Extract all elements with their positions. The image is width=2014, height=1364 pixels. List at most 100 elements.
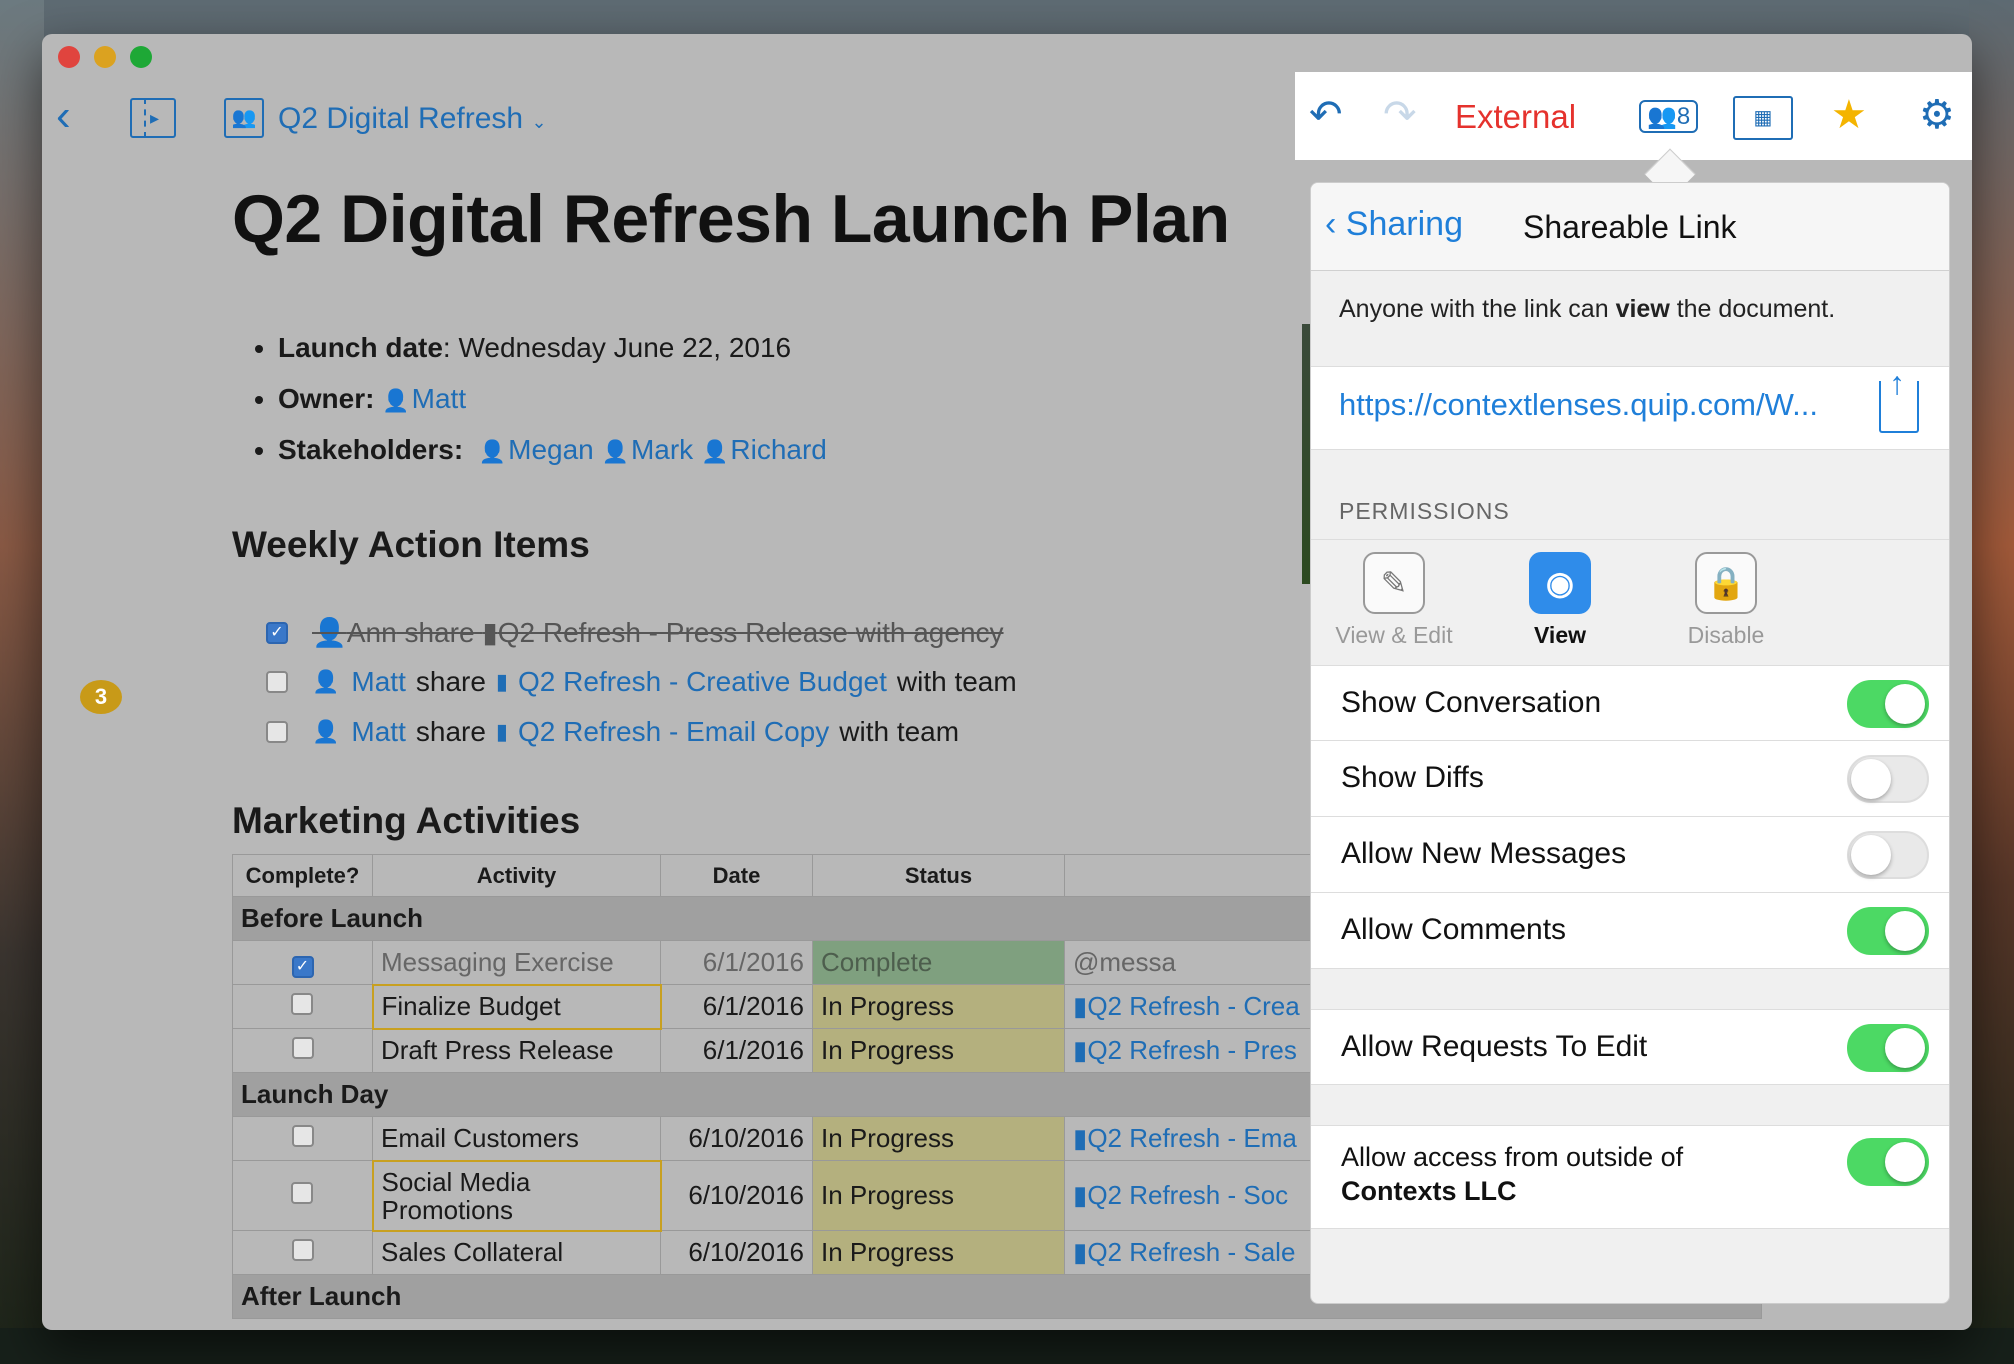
allow-comments-toggle[interactable]	[1847, 907, 1929, 955]
redo-icon[interactable]: ↷	[1383, 92, 1417, 138]
row-checkbox[interactable]: ✓	[291, 956, 314, 978]
gallery-icon[interactable]: ▦	[1733, 96, 1793, 140]
row-checkbox[interactable]	[291, 1182, 314, 1204]
chevron-left-icon: ‹	[1325, 205, 1337, 243]
owner-label: Owner:	[278, 383, 375, 414]
person-icon: 👤	[312, 617, 347, 648]
doc-icon: ▮	[495, 719, 509, 744]
activity-cell[interactable]: Draft Press Release	[372, 1028, 661, 1073]
column-header: Date	[660, 854, 813, 897]
column-header: Complete?	[232, 854, 373, 897]
row-checkbox[interactable]	[291, 1125, 314, 1147]
stakeholder-link[interactable]: Mark	[631, 434, 693, 465]
allow-requests-toggle[interactable]	[1847, 1024, 1929, 1072]
row-checkbox[interactable]	[291, 1239, 314, 1261]
complete-cell[interactable]	[232, 1116, 373, 1161]
doc-link[interactable]: Q2 Refresh - Email Copy	[518, 716, 829, 748]
toggle-label: Allow Requests To Edit	[1341, 1030, 1648, 1063]
toggle-row: Allow Comments	[1311, 893, 1949, 969]
date-cell[interactable]: 6/1/2016	[660, 1028, 813, 1073]
allow-outside-access-toggle[interactable]	[1847, 1138, 1929, 1186]
comment-count-badge[interactable]: 3	[80, 680, 122, 714]
link-description: Anyone with the link can view the docume…	[1339, 295, 1836, 323]
date-cell[interactable]: 6/1/2016	[660, 940, 813, 985]
perm-view[interactable]: ◉ View	[1495, 552, 1625, 649]
toggle-row: Allow Requests To Edit	[1311, 1009, 1949, 1085]
link-url[interactable]: https://contextlenses.quip.com/W...	[1339, 387, 1818, 423]
person-icon: 👤	[382, 388, 410, 413]
todo-verb: share	[415, 666, 486, 697]
perm-disable[interactable]: 🔒 Disable	[1661, 552, 1791, 649]
date-cell[interactable]: 6/10/2016	[660, 1160, 813, 1231]
gear-icon[interactable]: ⚙	[1919, 92, 1955, 138]
permission-options: ✎ View & Edit ◉ View 🔒 Disable	[1311, 539, 1949, 665]
status-cell[interactable]: In Progress	[812, 1116, 1065, 1161]
eye-icon: ◉	[1529, 552, 1591, 614]
stakeholder-link[interactable]: Megan	[508, 434, 594, 465]
toggle-row: Show Diffs	[1311, 741, 1949, 817]
lock-icon: 🔒	[1695, 552, 1757, 614]
person-icon: 👤	[700, 439, 729, 464]
desktop-bottom-strip	[0, 1328, 2014, 1364]
person-icon: 👤	[312, 669, 340, 694]
doc-icon: ▮	[1073, 991, 1088, 1021]
undo-icon[interactable]: ↶	[1309, 92, 1343, 138]
row-checkbox[interactable]	[291, 993, 314, 1015]
stakeholder-link[interactable]: Richard	[730, 434, 826, 465]
todo-checkbox[interactable]	[266, 671, 288, 693]
toggle-label: Allow Comments	[1341, 913, 1567, 946]
members-icon[interactable]: 👥8	[1639, 100, 1699, 133]
todo-item: 👤 Matt share ▮ Q2 Refresh - Email Copy wit…	[266, 716, 959, 748]
stakeholders: Stakeholders: 👤Megan 👤Mark 👤Richard	[278, 434, 827, 466]
link-url-row[interactable]: https://contextlenses.quip.com/W...	[1311, 365, 1949, 450]
perm-view-edit[interactable]: ✎ View & Edit	[1329, 552, 1459, 649]
activity-cell[interactable]: Messaging Exercise	[372, 940, 661, 985]
doc-icon: ▮	[1073, 1123, 1088, 1153]
toggle-row: Allow New Messages	[1311, 817, 1949, 893]
activity-cell[interactable]: Email Customers	[372, 1116, 661, 1161]
complete-cell[interactable]	[232, 984, 373, 1029]
toggle-label: Show Conversation	[1341, 686, 1602, 719]
date-cell[interactable]: 6/10/2016	[660, 1116, 813, 1161]
toggle-label: Allow access from outside of Contexts LLC	[1341, 1142, 1684, 1206]
toggle-label: Show Diffs	[1341, 761, 1484, 794]
todo-checkbox[interactable]: ✓	[266, 621, 288, 644]
row-checkbox[interactable]	[291, 1037, 314, 1059]
status-cell[interactable]: In Progress	[812, 1028, 1065, 1073]
app-window: ‹ ▸ 👥 Q2 Digital Refresh ⌄ Q2 Digital Re…	[42, 34, 1972, 1330]
status-cell[interactable]: In Progress	[812, 984, 1065, 1029]
activity-cell[interactable]: Sales Collateral	[372, 1230, 661, 1275]
doc-link[interactable]: Q2 Refresh - Creative Budget	[518, 666, 887, 698]
complete-cell[interactable]	[232, 1160, 373, 1231]
marketing-heading: Marketing Activities	[232, 800, 581, 841]
doc-icon: ▮	[1073, 1035, 1088, 1065]
complete-cell[interactable]: ✓	[232, 940, 373, 985]
share-icon[interactable]	[1879, 365, 1919, 433]
popover-header: ‹ Sharing Shareable Link	[1311, 183, 1949, 271]
popover-title: Shareable Link	[1523, 209, 1737, 245]
owner-link[interactable]: Matt	[412, 383, 466, 414]
doc-icon: ▮	[495, 669, 509, 694]
person-link[interactable]: Matt	[351, 716, 405, 748]
star-icon[interactable]: ★	[1831, 92, 1867, 138]
complete-cell[interactable]	[232, 1230, 373, 1275]
toggle-label: Allow New Messages	[1341, 837, 1627, 870]
share-toolbar: ↶ ↷ External 👥8 ▦ ★ ⚙	[1295, 72, 1972, 160]
person-link[interactable]: Matt	[351, 666, 405, 698]
status-cell[interactable]: Complete	[812, 940, 1065, 985]
show-diffs-toggle[interactable]	[1847, 755, 1929, 803]
sharing-back-button[interactable]: ‹ Sharing	[1325, 205, 1463, 244]
date-cell[interactable]: 6/1/2016	[660, 984, 813, 1029]
status-cell[interactable]: In Progress	[812, 1230, 1065, 1275]
show-conversation-toggle[interactable]	[1847, 680, 1929, 728]
activity-cell[interactable]: Social Media Promotions	[371, 1159, 662, 1232]
allow-new-messages-toggle[interactable]	[1847, 831, 1929, 879]
external-label[interactable]: External	[1455, 98, 1576, 136]
status-cell[interactable]: In Progress	[812, 1160, 1065, 1231]
activity-cell[interactable]: Finalize Budget	[371, 983, 662, 1030]
desktop-right-strip	[1969, 0, 2014, 1364]
todo-checkbox[interactable]	[266, 721, 288, 743]
date-cell[interactable]: 6/10/2016	[660, 1230, 813, 1275]
complete-cell[interactable]	[232, 1028, 373, 1073]
todo-verb: share	[415, 716, 486, 747]
